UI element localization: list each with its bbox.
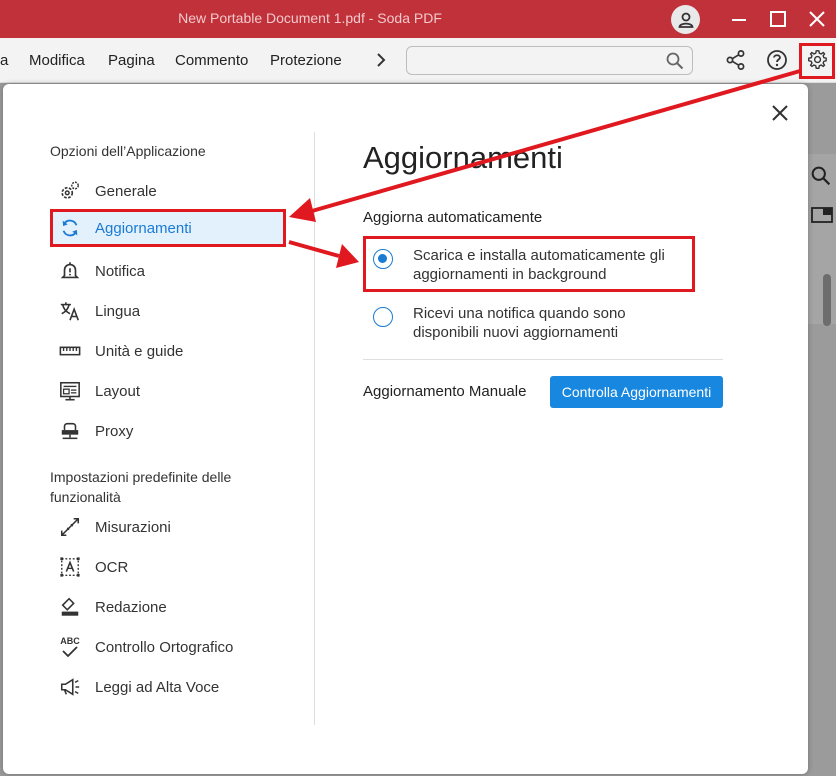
help-button[interactable] [765,48,789,72]
page-title: Aggiornamenti [363,140,563,175]
maximize-icon [770,11,786,27]
radio-option-notify[interactable]: Ricevi una notifica quando sono disponib… [363,304,695,342]
sidebar-item-unita-guide[interactable]: Unità e guide [50,332,286,370]
close-icon [809,11,825,27]
search-icon[interactable] [666,52,684,70]
spellcheck-icon: ABC [58,635,82,659]
manual-update-label: Aggiornamento Manuale [363,383,527,400]
user-icon [677,12,694,28]
settings-sidebar: Opzioni dell’Applicazione Generale Aggio… [3,84,315,774]
bell-icon [58,259,82,283]
search-icon[interactable] [811,166,831,186]
translate-icon [58,299,82,323]
section-label-app-options: Opzioni dell’Applicazione [50,143,206,159]
sidebar-item-layout[interactable]: Layout [50,372,286,410]
sidebar-item-controllo-ortografico[interactable]: ABC Controllo Ortografico [50,628,286,666]
eraser-icon [58,595,82,619]
sidebar-item-label: Generale [95,182,157,200]
radio-option-auto-install[interactable]: Scarica e installa automaticamente gli a… [363,236,695,292]
minimize-button[interactable] [728,8,750,30]
sidebar-item-aggiornamenti[interactable]: Aggiornamenti [50,209,286,247]
megaphone-icon [58,675,82,699]
scrollbar-thumb[interactable] [823,274,831,326]
radio-button-checked[interactable] [373,249,393,269]
menu-bar: a Modifica Pagina Commento Protezione [0,38,836,83]
sidebar-item-label: Proxy [95,422,134,440]
sidebar-item-notifica[interactable]: Notifica [50,252,286,290]
sidebar-item-label: Lingua [95,302,141,320]
sidebar-divider [314,132,315,725]
maximize-button[interactable] [767,8,789,30]
sync-icon [58,216,82,240]
sidebar-item-label: OCR [95,558,129,576]
ocr-icon [58,555,82,579]
sidebar-item-misurazioni[interactable]: Misurazioni [50,508,286,546]
sidebar-item-lingua[interactable]: Lingua [50,292,286,330]
search-input[interactable] [407,47,647,74]
minimize-icon [732,19,746,21]
sidebar-item-label: Notifica [95,262,146,280]
section-label-feature-defaults: Impostazioni predefinite delle funzional… [50,469,232,505]
content-divider [363,359,723,360]
auto-update-label: Aggiorna automaticamente [363,209,543,226]
close-window-button[interactable] [806,8,828,30]
layout-icon [58,379,82,403]
share-icon [726,50,745,70]
menu-item-modifica[interactable]: Modifica [29,52,85,69]
sidebar-item-ocr[interactable]: OCR [50,548,286,586]
radio-option-label: Scarica e installa automaticamente gli a… [413,247,665,283]
help-icon [767,50,787,70]
search-box[interactable] [406,46,693,75]
ruler-icon [58,339,82,363]
window-title: New Portable Document 1.pdf - Soda PDF [178,10,442,26]
radio-button-unchecked[interactable] [373,307,393,327]
sidebar-item-label: Aggiornamenti [95,219,192,237]
sidebar-item-label: Unità e guide [95,342,184,360]
menu-item-protezione[interactable]: Protezione [270,52,342,69]
user-account-button[interactable] [671,5,700,34]
radio-option-label: Ricevi una notifica quando sono disponib… [413,305,626,341]
abc-glyph: ABC [60,635,80,646]
sidebar-item-redazione[interactable]: Redazione [50,588,286,626]
sidebar-item-label: Misurazioni [95,518,171,536]
annotation-highlight-settings [799,43,835,79]
sidebar-item-label: Layout [95,382,141,400]
menu-item-pagina[interactable]: Pagina [108,52,155,69]
title-bar: New Portable Document 1.pdf - Soda PDF [0,0,836,38]
check-updates-button[interactable]: Controlla Aggiornamenti [550,376,723,408]
close-dialog-button[interactable] [769,102,791,124]
menu-item-commento[interactable]: Commento [175,52,248,69]
sidebar-item-label: Redazione [95,598,167,616]
menu-item-partial[interactable]: a [0,52,8,69]
sidebar-item-generale[interactable]: Generale [50,172,286,210]
gears-icon [58,179,82,203]
close-icon [772,105,788,121]
chevron-right-icon[interactable] [373,52,389,68]
measure-icon [58,515,82,539]
settings-dialog: Opzioni dell’Applicazione Generale Aggio… [3,84,808,774]
proxy-icon [58,419,82,443]
share-button[interactable] [724,48,748,72]
sidebar-item-leggi-ad-alta-voce[interactable]: Leggi ad Alta Voce [50,668,286,706]
sidebar-item-proxy[interactable]: Proxy [50,412,286,450]
sidebar-item-label: Controllo Ortografico [95,638,234,656]
background-side-panel [808,84,836,776]
sidebar-item-label: Leggi ad Alta Voce [95,678,220,696]
panel-toggle-icon[interactable] [811,206,833,224]
